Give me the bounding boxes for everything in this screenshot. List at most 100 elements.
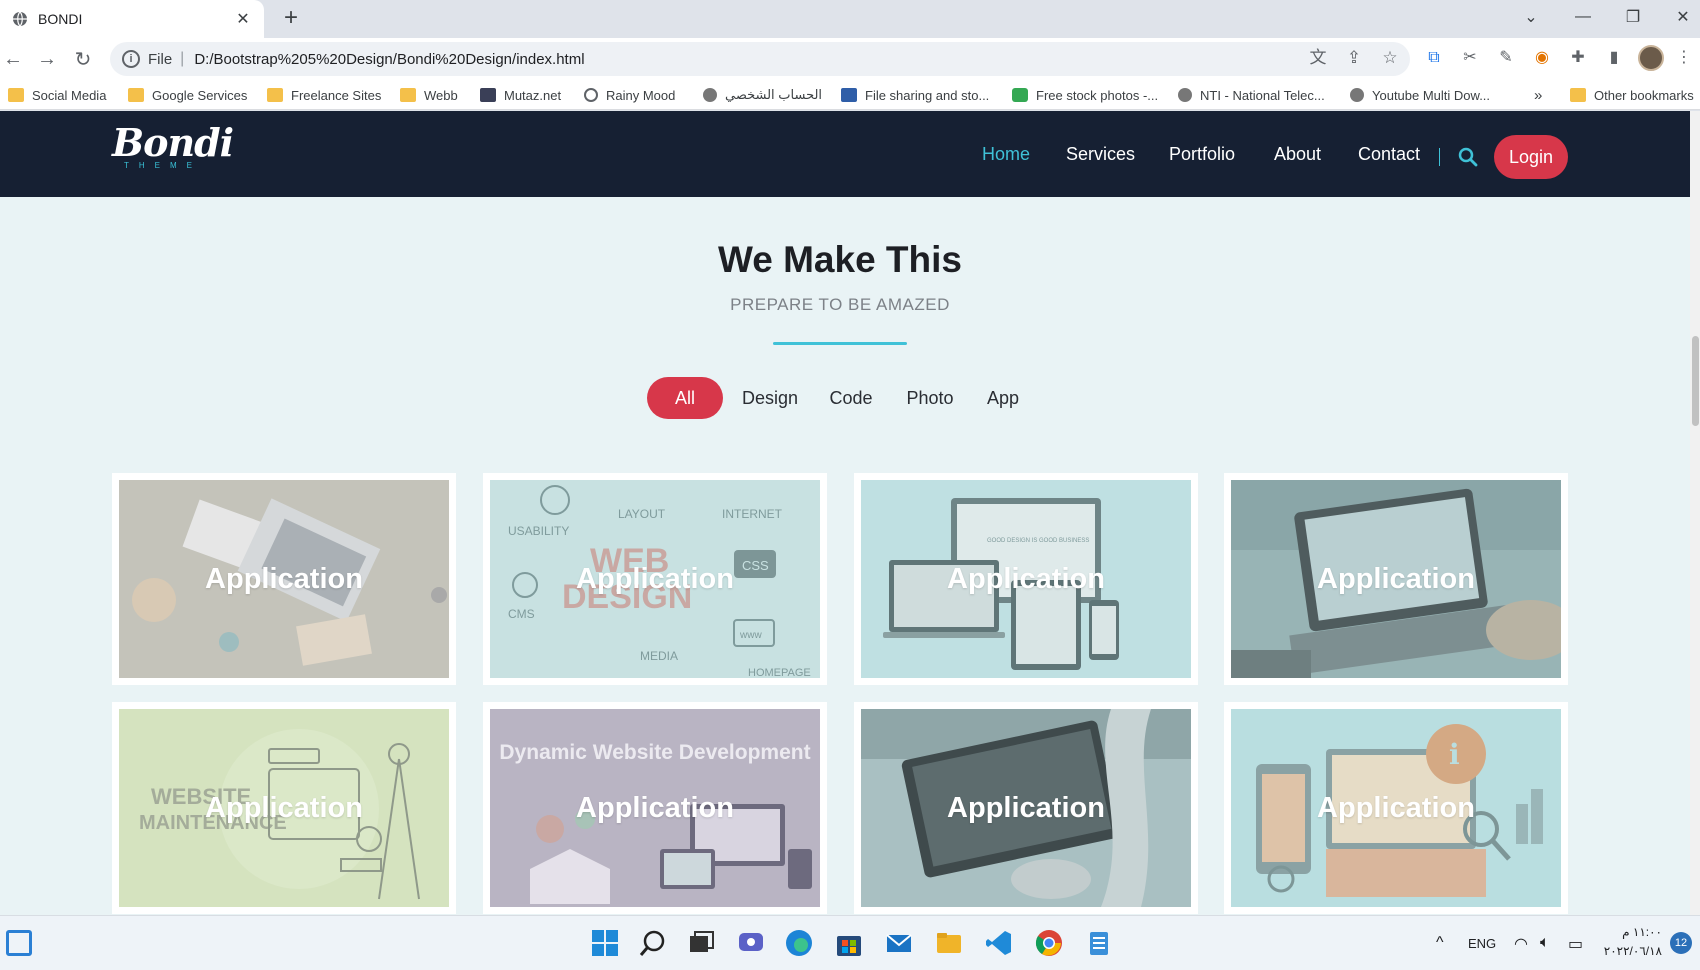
url-text: D:/Bootstrap%205%20Design/Bondi%20Design… (194, 50, 585, 68)
bookmark-item[interactable]: Freelance Sites (267, 86, 381, 104)
tab-search-icon[interactable]: ⌄ (1508, 0, 1554, 34)
battery-icon[interactable]: ▭ (1568, 934, 1583, 954)
widgets-icon[interactable] (6, 930, 32, 956)
filter-design[interactable]: Design (734, 377, 806, 419)
task-view-icon[interactable] (686, 928, 716, 958)
page-scrollbar[interactable] (1690, 111, 1700, 915)
nav-divider (1439, 148, 1440, 166)
portfolio-card[interactable]: Application (112, 473, 456, 685)
portfolio-card[interactable]: Dynamic Website Development Application (483, 702, 827, 914)
nav-portfolio[interactable]: Portfolio (1169, 144, 1235, 165)
browser-tab[interactable]: BONDI ✕ (0, 0, 264, 38)
eyedropper-icon[interactable]: ✎ (1494, 46, 1518, 70)
bookmark-item[interactable]: Rainy Mood (584, 86, 675, 104)
new-tab-button[interactable]: + (278, 6, 304, 32)
search-icon[interactable] (1458, 147, 1478, 167)
section-subtitle: PREPARE TO BE AMAZED (730, 295, 950, 314)
more-bookmarks-button[interactable]: » (1534, 86, 1542, 104)
store-icon[interactable] (834, 928, 864, 958)
volume-icon[interactable]: 🔈︎ (1540, 934, 1550, 952)
chrome-icon[interactable] (1034, 928, 1064, 958)
vscode-icon[interactable] (984, 928, 1014, 958)
extension-translate-icon[interactable]: ⧉ (1422, 46, 1446, 70)
more-menu-icon[interactable]: ⋮ (1672, 46, 1696, 70)
share-icon[interactable]: ⇪ (1342, 46, 1366, 70)
card-label: Application (1317, 791, 1475, 824)
extensions-puzzle-icon[interactable]: ✚ (1566, 46, 1590, 70)
clock-date[interactable]: ٢٠٢٢/٠٦/١٨ (1602, 944, 1662, 958)
nav-services[interactable]: Services (1066, 144, 1135, 165)
close-window-button[interactable]: ✕ (1660, 0, 1700, 34)
wifi-icon[interactable]: ◠ (1514, 934, 1528, 954)
globe-icon (1350, 88, 1364, 102)
bookmark-item[interactable]: Google Services (128, 86, 247, 104)
restore-button[interactable]: ❐ (1610, 0, 1656, 34)
translate-icon[interactable]: 文 (1306, 46, 1330, 70)
login-button[interactable]: Login (1494, 135, 1568, 179)
language-indicator[interactable]: ENG (1468, 936, 1496, 951)
file-explorer-icon[interactable] (934, 928, 964, 958)
site-icon (703, 88, 717, 102)
portfolio-card[interactable]: Application (854, 702, 1198, 914)
filter-code[interactable]: Code (820, 377, 882, 419)
reload-button[interactable]: ↻ (70, 46, 96, 72)
windows-taskbar: ^ ENG ◠ 🔈︎ ▭ ١١:٠٠ م ٢٠٢٢/٠٦/١٨ 12 (0, 915, 1700, 970)
bookmark-item[interactable]: الحساب الشخصي (703, 86, 822, 104)
tab-title: BONDI (38, 11, 83, 27)
scrollbar-thumb[interactable] (1692, 336, 1699, 426)
folder-icon (128, 88, 144, 102)
bookmark-item[interactable]: Social Media (8, 86, 106, 104)
filter-app[interactable]: App (978, 377, 1028, 419)
filter-all[interactable]: All (647, 377, 723, 419)
browser-toolbar: ← → ↻ i File | D:/Bootstrap%205%20Design… (0, 38, 1700, 80)
side-panel-icon[interactable]: ▮ (1602, 46, 1626, 70)
address-bar[interactable]: i File | D:/Bootstrap%205%20Design/Bondi… (110, 42, 1410, 76)
browser-tabstrip: BONDI ✕ + ⌄ — ❐ ✕ (0, 0, 1700, 38)
close-tab-icon[interactable]: ✕ (234, 9, 252, 29)
show-hidden-icons[interactable]: ^ (1436, 934, 1444, 952)
nav-contact[interactable]: Contact (1358, 144, 1420, 165)
notepad-icon[interactable] (1084, 928, 1114, 958)
profile-avatar[interactable] (1638, 45, 1664, 71)
notification-badge[interactable]: 12 (1670, 932, 1692, 954)
chat-icon[interactable] (736, 928, 766, 958)
back-button[interactable]: ← (0, 46, 26, 72)
satellite-icon (1178, 88, 1192, 102)
portfolio-card[interactable]: Application (1224, 473, 1568, 685)
bookmark-item[interactable]: Webb (400, 86, 458, 104)
rain-icon (584, 88, 598, 102)
clock-time[interactable]: ١١:٠٠ م (1602, 925, 1662, 939)
search-icon[interactable] (638, 928, 668, 958)
card-label: Application (576, 791, 734, 824)
bookmark-item[interactable]: File sharing and sto... (841, 86, 989, 104)
site-info-icon[interactable]: i (122, 50, 140, 68)
folder-icon (1570, 88, 1586, 102)
bookmark-item[interactable]: Free stock photos -... (1012, 86, 1158, 104)
extension-scissors-icon[interactable]: ✂ (1458, 46, 1482, 70)
forward-button[interactable]: → (34, 46, 60, 72)
nav-about[interactable]: About (1274, 144, 1321, 165)
bookmark-item[interactable]: NTI - National Telec... (1178, 86, 1325, 104)
start-icon[interactable] (590, 928, 620, 958)
nav-home[interactable]: Home (982, 144, 1030, 165)
folder-icon (267, 88, 283, 102)
portfolio-card[interactable]: USABILITY LAYOUT INTERNET WEB DESIGN CSS… (483, 473, 827, 685)
card-label: Application (947, 562, 1105, 595)
bookmark-item[interactable]: Youtube Multi Dow... (1350, 86, 1490, 104)
other-bookmarks[interactable]: Other bookmarks (1570, 86, 1694, 104)
page-viewport: Bondi THEME Home Services Portfolio Abou… (0, 111, 1700, 915)
portfolio-card[interactable]: i Application (1224, 702, 1568, 914)
bookmark-item[interactable]: Mutaz.net (480, 86, 561, 104)
bookmark-star-icon[interactable]: ☆ (1378, 46, 1402, 70)
portfolio-card[interactable]: WEBSITE MAINTENANCE Application (112, 702, 456, 914)
portfolio-card[interactable]: GOOD DESIGN IS GOOD BUSINESS Application (854, 473, 1198, 685)
url-separator: | (180, 50, 185, 67)
mail-icon[interactable] (884, 928, 914, 958)
url-scheme: File (148, 50, 173, 68)
site-logo[interactable]: Bondi THEME (112, 123, 234, 179)
edge-icon[interactable] (784, 928, 814, 958)
filter-photo[interactable]: Photo (898, 377, 962, 419)
extension-circle-icon[interactable]: ◉ (1530, 46, 1554, 70)
minimize-button[interactable]: — (1560, 0, 1606, 34)
bookmarks-bar: Social Media Google Services Freelance S… (0, 80, 1700, 110)
